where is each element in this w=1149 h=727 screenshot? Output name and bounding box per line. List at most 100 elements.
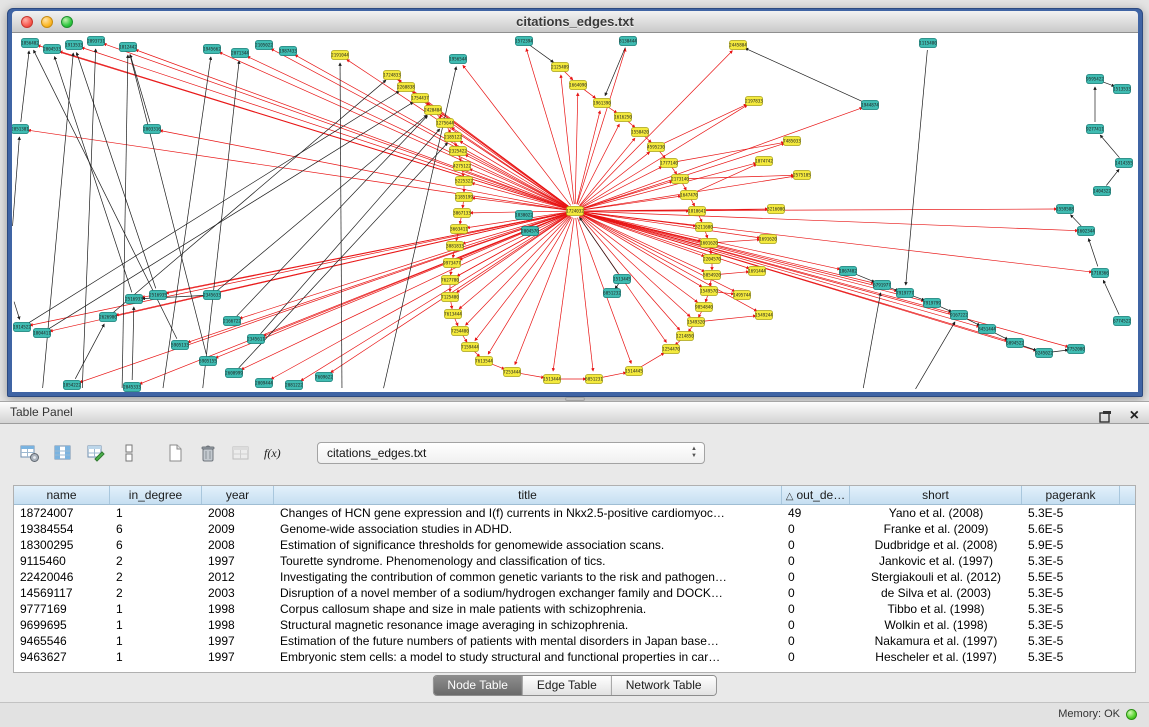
graph-node[interactable]: 1513445 xyxy=(613,275,631,284)
graph-node[interactable]: 1810641 xyxy=(688,207,706,216)
tab-network-table[interactable]: Network Table xyxy=(612,676,716,695)
graph-node[interactable]: 1115480 xyxy=(919,39,937,48)
graph-node[interactable]: 5054920 xyxy=(703,271,721,280)
graph-node[interactable]: 2003316 xyxy=(143,125,161,134)
tab-node-table[interactable]: Node Table xyxy=(433,676,523,695)
graph-node[interactable]: 2445804 xyxy=(729,41,747,50)
graph-node[interactable]: 9167222 xyxy=(950,311,968,320)
graph-node[interactable]: 7159444 xyxy=(461,343,479,352)
table-mode-icon[interactable] xyxy=(18,442,42,464)
graph-node[interactable]: 1710366 xyxy=(1091,269,1109,278)
graph-node[interactable]: 2516935 xyxy=(149,291,167,300)
graph-node[interactable]: 2004570 xyxy=(521,227,539,236)
graph-node[interactable]: 1856402 xyxy=(21,39,39,48)
graph-node[interactable]: 1956544 xyxy=(449,55,467,64)
graph-node[interactable]: 1830022 xyxy=(515,211,533,220)
graph-node[interactable]: 1414355 xyxy=(1115,159,1133,168)
edit-table-icon[interactable] xyxy=(84,442,108,464)
graph-node[interactable]: 1987433 xyxy=(279,47,297,56)
trash-icon[interactable] xyxy=(196,442,220,464)
graph-node[interactable]: 1724032 xyxy=(566,207,584,216)
graph-node[interactable]: 1513533 xyxy=(1113,85,1131,94)
tab-edge-table[interactable]: Edge Table xyxy=(523,676,612,695)
graph-node[interactable]: 1914522 xyxy=(13,323,31,332)
graph-node[interactable]: 7919777 xyxy=(896,289,914,298)
graph-node[interactable]: 1812442 xyxy=(119,43,137,52)
graph-node[interactable]: 1647470 xyxy=(680,191,698,200)
graph-node[interactable]: 2626900 xyxy=(99,313,117,322)
graph-node[interactable]: 1601620 xyxy=(700,239,718,248)
graph-node[interactable]: 3663411 xyxy=(450,225,468,234)
graph-node[interactable]: 7253444 xyxy=(503,368,521,377)
table-row[interactable]: 969969511998Structural magnetic resonanc… xyxy=(14,617,1135,633)
table-row[interactable]: 946362711997Embryonic stem cells: a mode… xyxy=(14,649,1135,665)
graph-node[interactable]: 6094522 xyxy=(1006,339,1024,348)
graph-node[interactable]: 2051301 xyxy=(12,125,29,134)
graph-node[interactable]: 1602344 xyxy=(1077,227,1095,236)
graph-node[interactable]: 1691620 xyxy=(759,235,777,244)
column-header-name[interactable]: name xyxy=(14,486,110,504)
graph-node[interactable]: 1549320 xyxy=(687,318,705,327)
graph-node[interactable]: 2071344 xyxy=(231,49,249,58)
graph-node[interactable]: 3067133 xyxy=(453,209,471,218)
graph-node[interactable]: 9595422 xyxy=(1086,75,1104,84)
graph-node[interactable]: 3216000 xyxy=(767,205,785,214)
graph-node[interactable]: 1254470 xyxy=(662,345,680,354)
graph-node[interactable]: 3081833 xyxy=(446,242,464,251)
new-file-icon[interactable] xyxy=(163,442,187,464)
graph-node[interactable]: 2345611 xyxy=(247,335,265,344)
graph-node[interactable]: 1961390 xyxy=(593,99,611,108)
graph-node[interactable]: 2105022 xyxy=(255,41,273,50)
graph-node[interactable]: 6774522 xyxy=(1113,317,1131,326)
column-header-out_de[interactable]: △out_de… xyxy=(782,486,850,504)
graph-node[interactable]: 1559588 xyxy=(1056,205,1074,214)
graph-node[interactable]: 1664090 xyxy=(569,81,587,90)
graph-node[interactable]: 1945662 xyxy=(203,45,221,54)
graph-node[interactable]: 2173140 xyxy=(671,175,689,184)
graph-node[interactable]: 5905155 xyxy=(199,357,217,366)
graph-node[interactable]: 1514445 xyxy=(625,367,643,376)
graph-node[interactable]: 8130444 xyxy=(619,37,637,46)
graph-node[interactable]: 2204570 xyxy=(703,255,721,264)
graph-node[interactable]: 1867402 xyxy=(839,267,857,276)
graph-node[interactable]: 4595230 xyxy=(647,143,665,152)
graph-node[interactable]: 2197833 xyxy=(745,97,763,106)
graph-node[interactable]: 1404322 xyxy=(1093,187,1111,196)
table-row[interactable]: 977716911998Corpus callosum shape and si… xyxy=(14,601,1135,617)
row-icon[interactable] xyxy=(117,442,141,464)
graph-node[interactable]: 1572394 xyxy=(515,37,533,46)
graph-node[interactable]: 1616250 xyxy=(614,113,632,122)
show-columns-icon[interactable] xyxy=(51,442,75,464)
column-header-short[interactable]: short xyxy=(850,486,1022,504)
graph-node[interactable]: 1944874 xyxy=(861,101,879,110)
graph-node[interactable]: 2191044 xyxy=(331,51,349,60)
graph-node[interactable]: 1275644 xyxy=(436,119,454,128)
graph-node[interactable]: 9245022 xyxy=(1035,349,1053,358)
network-graph[interactable]: 1856402200453319135332093731181244219456… xyxy=(12,33,1138,392)
graph-node[interactable]: 7752000 xyxy=(1067,345,1085,354)
graph-node[interactable]: 7627700 xyxy=(441,276,459,285)
graph-node[interactable]: 1691444 xyxy=(748,267,766,276)
graph-node[interactable]: 2004533 xyxy=(43,45,61,54)
graph-node[interactable]: 3211600 xyxy=(695,223,713,232)
graph-node[interactable]: 9854840 xyxy=(695,303,713,312)
graph-node[interactable]: 2260838 xyxy=(397,83,415,92)
table-row[interactable]: 1830029562008Estimation of significance … xyxy=(14,537,1135,553)
network-canvas[interactable]: 1856402200453319135332093731181244219456… xyxy=(12,33,1138,392)
graph-node[interactable]: 7613544 xyxy=(475,357,493,366)
graph-node[interactable]: 1495744 xyxy=(733,291,751,300)
graph-node[interactable]: 1214850 xyxy=(676,332,694,341)
table-row[interactable]: 1938455462009Genome-wide association stu… xyxy=(14,521,1135,537)
graph-node[interactable]: 1754437 xyxy=(411,94,429,103)
graph-node[interactable]: 7609622 xyxy=(315,373,333,382)
table-row[interactable]: 946554611997Estimation of the future num… xyxy=(14,633,1135,649)
graph-node[interactable]: 1558420 xyxy=(631,128,649,137)
graph-node[interactable]: 1804411 xyxy=(33,329,51,338)
minimize-window-button[interactable] xyxy=(41,16,53,28)
table-row[interactable]: 1872400712008Changes of HCN gene express… xyxy=(14,505,1135,521)
graph-node[interactable]: 2045333 xyxy=(123,383,141,392)
column-header-pagerank[interactable]: pagerank xyxy=(1022,486,1120,504)
zoom-window-button[interactable] xyxy=(61,16,73,28)
table-row[interactable]: 2242004622012Investigating the contribut… xyxy=(14,569,1135,585)
function-icon[interactable]: f(x) xyxy=(262,442,286,464)
